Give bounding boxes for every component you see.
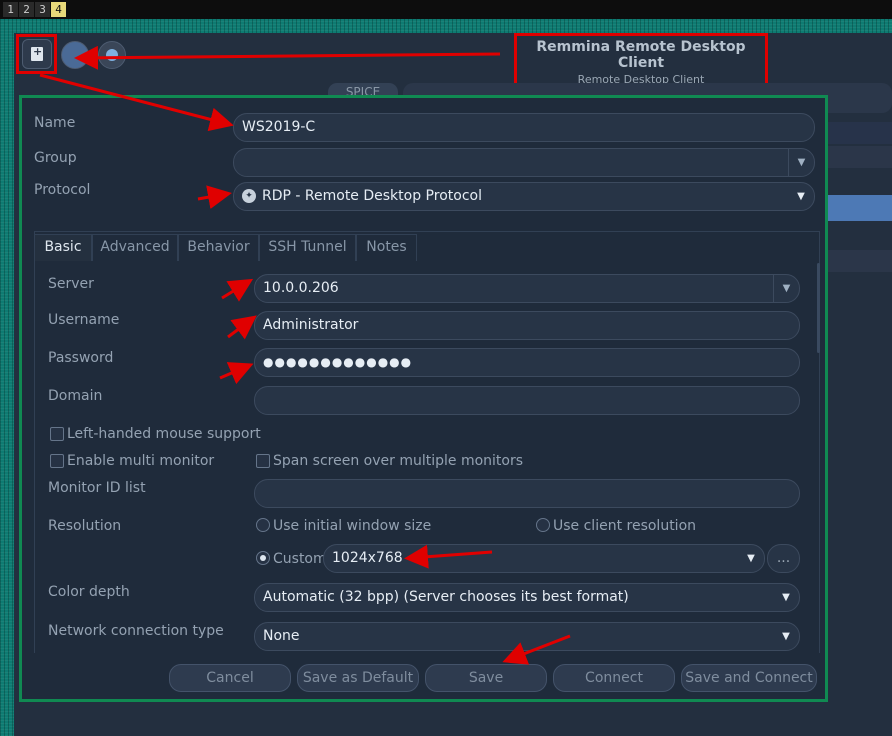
status-button[interactable] (98, 41, 126, 69)
username-field[interactable]: Administrator (254, 311, 800, 340)
rdp-protocol-icon: ✦ (242, 189, 256, 203)
list-item[interactable] (828, 122, 892, 144)
workspace-4[interactable]: 4 (51, 2, 66, 17)
span-screen-label: Span screen over multiple monitors (273, 453, 524, 469)
custom-resolution-label: Custom (273, 551, 327, 567)
network-type-label: Network connection type (48, 623, 224, 639)
monitor-id-field[interactable] (254, 479, 800, 508)
chevron-down-icon[interactable]: ▼ (788, 149, 814, 176)
custom-resolution-combo[interactable]: 1024x768 ▼ (323, 544, 765, 573)
tab-notes[interactable]: Notes (356, 234, 417, 261)
password-field[interactable]: ●●●●●●●●●●●●● (254, 348, 800, 377)
chevron-down-icon[interactable]: ▼ (773, 623, 799, 650)
color-depth-combo[interactable]: Automatic (32 bpp) (Server chooses its b… (254, 583, 800, 612)
color-depth-label: Color depth (48, 584, 130, 600)
name-field[interactable]: WS2019-C (233, 113, 815, 142)
chevron-down-icon[interactable]: ▼ (738, 545, 764, 572)
protocol-label: Protocol (34, 182, 91, 198)
network-type-combo[interactable]: None ▼ (254, 622, 800, 651)
tab-basic[interactable]: Basic (34, 234, 92, 261)
client-resolution-radio[interactable] (536, 518, 550, 532)
workspace-bar: 1 2 3 4 (0, 0, 892, 19)
domain-label: Domain (48, 388, 103, 404)
group-label: Group (34, 150, 77, 166)
window-title-highlight: Remmina Remote Desktop Client Remote Des… (514, 33, 768, 87)
client-resolution-label: Use client resolution (553, 518, 697, 534)
workspace-1[interactable]: 1 (3, 2, 18, 17)
span-screen-checkbox[interactable] (256, 454, 270, 468)
resolution-more-button[interactable]: ... (767, 544, 800, 573)
scrollbar[interactable] (817, 263, 820, 353)
protocol-value: RDP - Remote Desktop Protocol (262, 188, 482, 204)
color-depth-value: Automatic (32 bpp) (Server chooses its b… (263, 589, 629, 605)
tab-ssh-tunnel[interactable]: SSH Tunnel (259, 234, 356, 261)
workspace-3[interactable]: 3 (35, 2, 50, 17)
window-title: Remmina Remote Desktop Client (536, 39, 746, 71)
connect-button[interactable]: Connect (553, 664, 675, 692)
left-handed-checkbox[interactable] (50, 427, 64, 441)
server-label: Server (48, 276, 94, 292)
monitor-id-label: Monitor ID list (48, 480, 146, 496)
custom-resolution-value: 1024x768 (332, 550, 403, 566)
username-label: Username (48, 312, 120, 328)
initial-size-label: Use initial window size (273, 518, 432, 534)
group-combo[interactable]: ▼ (233, 148, 815, 177)
tab-behavior[interactable]: Behavior (178, 234, 259, 261)
server-value: 10.0.0.206 (263, 280, 339, 296)
annotation-box (16, 34, 57, 74)
chevron-down-icon[interactable]: ▼ (773, 275, 799, 302)
initial-size-radio[interactable] (256, 518, 270, 532)
domain-field[interactable] (254, 386, 800, 415)
left-handed-label: Left-handed mouse support (67, 426, 261, 442)
custom-resolution-radio[interactable] (256, 551, 270, 565)
save-as-default-button[interactable]: Save as Default (297, 664, 419, 692)
cancel-button[interactable]: Cancel (169, 664, 291, 692)
resolution-label: Resolution (48, 518, 122, 534)
server-combo[interactable]: 10.0.0.206 ▼ (254, 274, 800, 303)
name-label: Name (34, 115, 76, 131)
tab-advanced[interactable]: Advanced (92, 234, 178, 261)
protocol-combo[interactable]: ✦ RDP - Remote Desktop Protocol ▼ (233, 182, 815, 211)
list-item[interactable] (828, 146, 892, 168)
status-dot-icon (106, 49, 118, 61)
list-item[interactable] (828, 250, 892, 272)
workspace-2[interactable]: 2 (19, 2, 34, 17)
connection-profile-dialog: Name WS2019-C Group ▼ Protocol ✦ RDP - R… (19, 95, 828, 702)
save-button[interactable]: Save (425, 664, 547, 692)
chevron-down-icon[interactable]: ▼ (773, 584, 799, 611)
list-item-selected[interactable] (828, 195, 892, 221)
connect-button[interactable] (61, 41, 89, 69)
save-and-connect-button[interactable]: Save and Connect (681, 664, 817, 692)
password-label: Password (48, 350, 114, 366)
multi-monitor-label: Enable multi monitor (67, 453, 215, 469)
chevron-down-icon[interactable]: ▼ (788, 183, 814, 210)
network-type-value: None (263, 628, 300, 644)
multi-monitor-checkbox[interactable] (50, 454, 64, 468)
